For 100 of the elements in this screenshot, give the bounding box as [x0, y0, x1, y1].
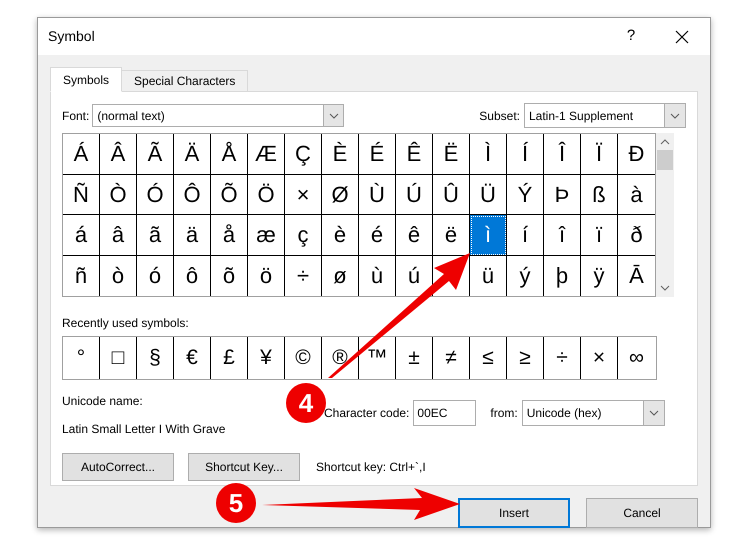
symbol-cell[interactable]: Ó	[137, 174, 174, 215]
recent-symbol-cell[interactable]: ×	[581, 337, 618, 379]
symbol-cell[interactable]: ù	[359, 256, 396, 296]
recent-symbol-cell[interactable]: ±	[396, 337, 433, 379]
recent-symbol-cell[interactable]: €	[174, 337, 211, 379]
symbol-cell[interactable]: Õ	[211, 174, 248, 215]
shortcut-key-button[interactable]: Shortcut Key...	[188, 453, 300, 481]
from-dropdown[interactable]: Unicode (hex)	[522, 400, 665, 426]
from-label: from:	[490, 405, 518, 422]
recent-symbol-cell[interactable]: ≥	[507, 337, 544, 379]
character-code-field[interactable]: 00EC	[413, 400, 476, 426]
scroll-thumb[interactable]	[657, 150, 673, 170]
symbol-cell[interactable]: Á	[63, 134, 100, 174]
recent-symbol-cell[interactable]: ÷	[544, 337, 581, 379]
recent-symbol-cell[interactable]: ©	[285, 337, 322, 379]
symbol-cell[interactable]: Ä	[174, 134, 211, 174]
recent-symbol-cell[interactable]: ≠	[433, 337, 470, 379]
recent-symbol-cell[interactable]: ¥	[248, 337, 285, 379]
font-label: Font:	[62, 108, 90, 124]
recent-symbols-label: Recently used symbols:	[62, 315, 190, 332]
symbol-cell[interactable]: Â	[100, 134, 137, 174]
symbol-cell[interactable]: É	[359, 134, 396, 174]
tab[interactable]: Symbols	[50, 67, 122, 92]
symbol-cell[interactable]: Ç	[285, 134, 322, 174]
shortcut-key-text: Shortcut key: Ctrl+`,I	[316, 459, 426, 476]
recent-symbol-cell[interactable]: £	[211, 337, 248, 379]
symbol-cell[interactable]: æ	[248, 215, 285, 256]
symbol-cell[interactable]: Û	[433, 174, 470, 215]
symbol-cell[interactable]: Å	[211, 134, 248, 174]
tab[interactable]: Special Characters	[122, 70, 248, 92]
symbol-cell[interactable]: ä	[174, 215, 211, 256]
insert-button[interactable]: Insert	[458, 498, 570, 528]
subset-label: Subset:	[479, 108, 520, 124]
symbol-cell[interactable]: ß	[581, 174, 618, 215]
symbol-cell[interactable]: í	[507, 215, 544, 256]
symbol-cell[interactable]: Ā	[618, 256, 655, 296]
scrollbar[interactable]	[656, 133, 674, 297]
symbol-cell[interactable]: Ë	[433, 134, 470, 174]
symbol-cell[interactable]: ÷	[285, 256, 322, 296]
chevron-down-icon	[328, 112, 339, 118]
symbol-cell[interactable]: å	[211, 215, 248, 256]
symbol-cell[interactable]: â	[100, 215, 137, 256]
symbol-cell[interactable]: Ì	[470, 134, 507, 174]
unicode-name-label: Unicode name:	[62, 393, 143, 410]
symbol-cell[interactable]: ì	[470, 215, 507, 256]
symbol-cell[interactable]: Ú	[396, 174, 433, 215]
subset-dropdown[interactable]: Latin-1 Supplement	[524, 103, 686, 128]
font-dropdown[interactable]: (normal text)	[92, 104, 344, 127]
autocorrect-button[interactable]: AutoCorrect...	[62, 453, 174, 481]
symbol-cell[interactable]: ê	[396, 215, 433, 256]
cancel-button[interactable]: Cancel	[586, 498, 698, 528]
symbol-cell[interactable]: þ	[544, 256, 581, 296]
symbol-cell[interactable]: Í	[507, 134, 544, 174]
symbol-cell[interactable]: Ø	[322, 174, 359, 215]
chevron-down-icon	[648, 410, 659, 416]
symbol-cell[interactable]: È	[322, 134, 359, 174]
recent-symbol-cell[interactable]: ≤	[470, 337, 507, 379]
symbol-cell[interactable]: ò	[100, 256, 137, 296]
chevron-down-icon	[670, 112, 680, 118]
symbol-cell[interactable]: à	[618, 174, 655, 215]
symbol-cell[interactable]: ø	[322, 256, 359, 296]
symbol-cell[interactable]: Ð	[618, 134, 655, 174]
symbol-cell[interactable]: Ï	[581, 134, 618, 174]
symbol-cell[interactable]: ã	[137, 215, 174, 256]
symbol-cell[interactable]: Ù	[359, 174, 396, 215]
unicode-name-value: Latin Small Letter I With Grave	[62, 421, 226, 438]
symbol-cell[interactable]: ñ	[63, 256, 100, 296]
recent-symbol-cell[interactable]: §	[137, 337, 174, 379]
symbol-cell[interactable]: ó	[137, 256, 174, 296]
symbol-cell[interactable]: ×	[285, 174, 322, 215]
symbol-cell[interactable]: ï	[581, 215, 618, 256]
symbol-cell[interactable]: Ê	[396, 134, 433, 174]
symbol-cell[interactable]: ü	[470, 256, 507, 296]
symbol-cell[interactable]: ô	[174, 256, 211, 296]
symbol-cell[interactable]: ÿ	[581, 256, 618, 296]
symbol-cell[interactable]: î	[544, 215, 581, 256]
symbol-cell[interactable]: è	[322, 215, 359, 256]
symbol-cell[interactable]: é	[359, 215, 396, 256]
symbol-cell[interactable]: Þ	[544, 174, 581, 215]
symbol-cell[interactable]: Ö	[248, 174, 285, 215]
help-button[interactable]: ?	[608, 18, 654, 55]
scroll-up-icon	[660, 137, 670, 147]
symbol-cell[interactable]: Æ	[248, 134, 285, 174]
symbol-cell[interactable]: Î	[544, 134, 581, 174]
symbol-cell[interactable]: á	[63, 215, 100, 256]
recent-symbol-cell[interactable]: °	[63, 337, 100, 379]
recent-symbol-cell[interactable]: ∞	[618, 337, 655, 379]
recent-symbol-cell[interactable]: □	[100, 337, 137, 379]
symbol-cell[interactable]: õ	[211, 256, 248, 296]
symbol-cell[interactable]: ç	[285, 215, 322, 256]
symbol-cell[interactable]: Ã	[137, 134, 174, 174]
symbol-cell[interactable]: ö	[248, 256, 285, 296]
symbol-cell[interactable]: Ñ	[63, 174, 100, 215]
symbol-cell[interactable]: ý	[507, 256, 544, 296]
symbol-cell[interactable]: Ô	[174, 174, 211, 215]
symbol-cell[interactable]: ð	[618, 215, 655, 256]
character-code-label: Character code:	[324, 405, 410, 422]
symbol-cell[interactable]: Ò	[100, 174, 137, 215]
scroll-down-icon	[660, 283, 670, 293]
symbol-cell[interactable]: Ý	[507, 174, 544, 215]
